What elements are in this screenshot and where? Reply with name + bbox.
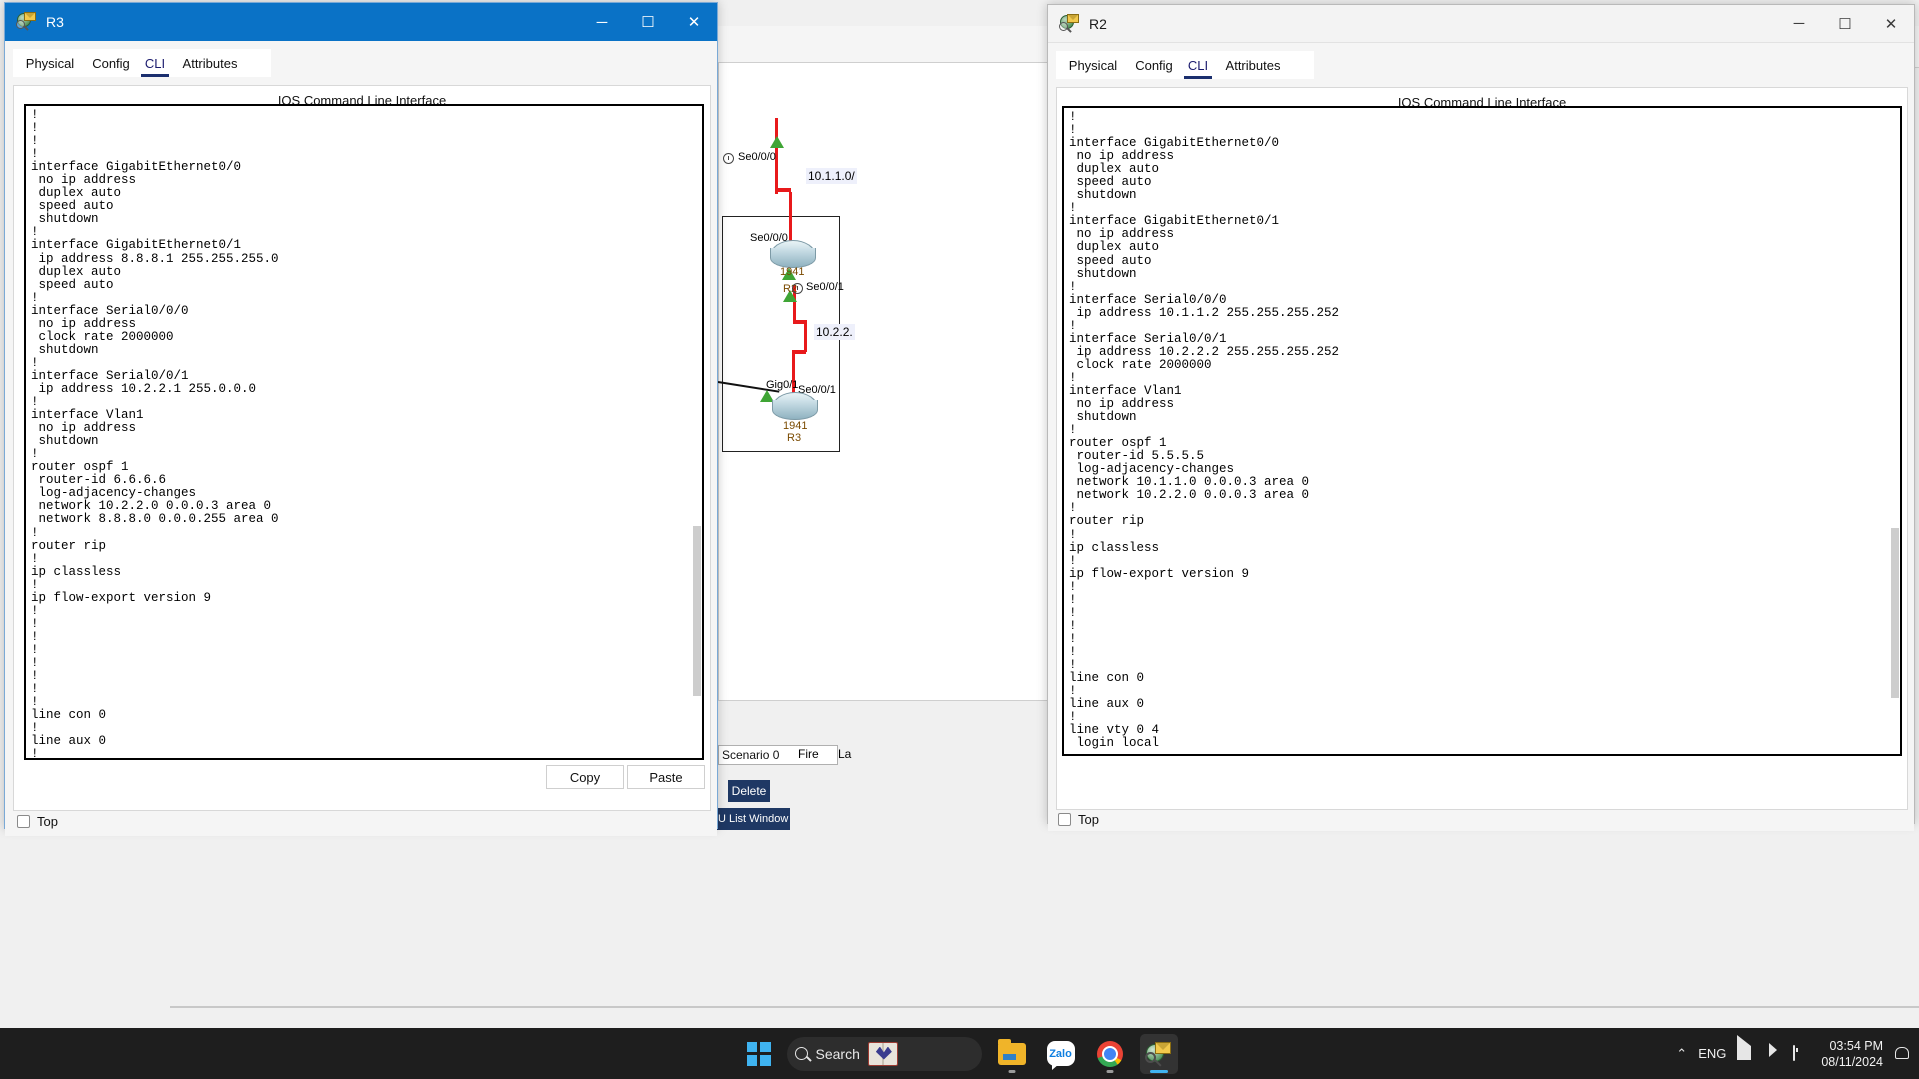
paste-button-r3[interactable]: Paste (627, 765, 705, 789)
clock[interactable]: 03:54 PM 08/11/2024 (1821, 1038, 1883, 1070)
device-window-r2[interactable]: R2 ─ ☐ ✕ Physical Config CLI Attributes … (1047, 4, 1915, 831)
link-status-arrow (770, 136, 784, 148)
tab-config-r2[interactable]: Config (1128, 51, 1180, 79)
chrome-icon (1096, 1040, 1123, 1067)
cli-output-r3[interactable]: ! ! ! ! interface GigabitEthernet0/0 no … (24, 104, 704, 760)
window-title-r2: R2 (1089, 15, 1107, 32)
fire-column-header: Fire (798, 747, 819, 761)
port-label-se000-top: Se0/0/0 (738, 151, 776, 163)
serial-link-bend (775, 188, 791, 192)
file-explorer-button[interactable] (993, 1034, 1031, 1074)
cli-output-r2[interactable]: ! ! interface GigabitEthernet0/0 no ip a… (1062, 106, 1902, 756)
subnet-label-10-2-2-0: 10.2.2. (814, 324, 855, 340)
chevron-up-icon[interactable]: ⌃ (1676, 1046, 1687, 1062)
search-box[interactable]: Search (786, 1036, 982, 1071)
close-button[interactable]: ✕ (1868, 5, 1914, 42)
top-checkbox-row-r2[interactable]: Top (1058, 812, 1099, 827)
cli-scrollbar-thumb-r2[interactable] (1891, 528, 1899, 698)
top-checkbox-r2[interactable] (1058, 813, 1071, 826)
search-icon (794, 1047, 808, 1060)
tabstrip-r2: Physical Config CLI Attributes (1056, 51, 1914, 79)
network-icon[interactable] (1737, 1035, 1754, 1061)
router-model-r2: 1941 (780, 266, 805, 278)
packet-tracer-icon (1144, 1041, 1172, 1067)
windows-taskbar[interactable]: Search Zalo ⌃ ENG 03:54 PM 08/11/2024 (0, 1028, 1919, 1079)
top-checkbox-label-r2: Top (1078, 812, 1099, 827)
zalo-icon: Zalo (1046, 1041, 1075, 1070)
port-label-gig01-r3: Gig0/1 (766, 379, 799, 391)
toggle-pdu-list-window-button[interactable]: U List Window (716, 808, 790, 830)
pt-status-bar (170, 1008, 1919, 1028)
cli-text-r2: ! ! interface GigabitEthernet0/0 no ip a… (1069, 110, 1340, 751)
port-label-se001-r2: Se0/0/1 (806, 281, 844, 293)
packet-tracer-icon (1059, 13, 1080, 34)
clock-rate-icon (792, 283, 803, 294)
chrome-button[interactable] (1091, 1034, 1129, 1074)
cli-scrollbar-track-r2[interactable] (1890, 108, 1900, 754)
top-checkbox-r3[interactable] (17, 815, 30, 828)
system-tray: ⌃ ENG 03:54 PM 08/11/2024 (1676, 1028, 1911, 1079)
book-icon[interactable] (867, 1041, 898, 1066)
tab-cli-r3[interactable]: CLI (139, 49, 171, 77)
tab-attributes-r3[interactable]: Attributes (175, 49, 245, 77)
packet-tracer-icon (16, 12, 37, 32)
packet-tracer-button[interactable] (1139, 1033, 1178, 1074)
language-indicator[interactable]: ENG (1698, 1046, 1726, 1061)
cli-scrollbar-thumb-r3[interactable] (693, 526, 701, 696)
maximize-button[interactable]: ☐ (1822, 5, 1868, 42)
window-title-r3: R3 (46, 14, 64, 30)
tabstrip-r3: Physical Config CLI Attributes (13, 49, 717, 77)
top-checkbox-row-r3[interactable]: Top (17, 814, 58, 829)
start-button[interactable] (742, 1037, 776, 1071)
scenario-label: Scenario 0 (722, 748, 780, 762)
tab-attributes-r2[interactable]: Attributes (1218, 51, 1288, 79)
search-placeholder: Search (815, 1045, 860, 1062)
maximize-button[interactable]: ☐ (625, 3, 671, 41)
tab-physical-r3[interactable]: Physical (19, 49, 81, 77)
clock-date: 08/11/2024 (1821, 1054, 1883, 1069)
router-model-r3: 1941 (783, 420, 808, 432)
desktop-screen: Se0/0/0 10.1.1.0/ Se0/0/0 1941 R2 Se0/0/… (0, 0, 1919, 1079)
minimize-button[interactable]: ─ (1776, 5, 1822, 42)
close-button[interactable]: ✕ (671, 3, 717, 41)
device-window-r3[interactable]: R3 ─ ☐ ✕ Physical Config CLI Attributes … (4, 2, 718, 836)
router-name-r3: R3 (787, 432, 802, 444)
tab-cli-r2[interactable]: CLI (1182, 51, 1214, 79)
minimize-button[interactable]: ─ (579, 3, 625, 41)
folder-icon (997, 1038, 1026, 1065)
serial-link-segment (804, 322, 807, 352)
delete-button[interactable]: Delete (728, 780, 770, 802)
window-body-r2: Physical Config CLI Attributes IOS Comma… (1048, 51, 1914, 831)
window-titlebar-r3[interactable]: R3 ─ ☐ ✕ (5, 3, 717, 41)
battery-icon[interactable] (1793, 1045, 1810, 1061)
taskbar-center-group: Search Zalo (742, 1028, 1178, 1079)
window-titlebar-r2[interactable]: R2 ─ ☐ ✕ (1048, 5, 1914, 43)
router-icon-r3[interactable] (772, 392, 818, 422)
zalo-button[interactable]: Zalo (1042, 1034, 1080, 1074)
last-status-column-header: La (838, 747, 852, 761)
top-checkbox-label-r3: Top (37, 814, 58, 829)
window-body-r3: Physical Config CLI Attributes IOS Comma… (5, 49, 717, 836)
volume-icon[interactable] (1765, 1046, 1782, 1061)
subnet-label-10-1-1-0: 10.1.1.0/ (806, 168, 857, 184)
clock-rate-icon (723, 153, 734, 164)
copy-button-r3[interactable]: Copy (546, 765, 624, 789)
cli-scrollbar-track-r3[interactable] (692, 106, 702, 758)
tab-physical-r2[interactable]: Physical (1062, 51, 1124, 79)
clock-time: 03:54 PM (1829, 1038, 1883, 1053)
tab-config-r3[interactable]: Config (85, 49, 137, 77)
cli-text-r3: ! ! ! ! interface GigabitEthernet0/0 no … (31, 108, 279, 760)
notifications-icon[interactable] (1894, 1046, 1911, 1061)
